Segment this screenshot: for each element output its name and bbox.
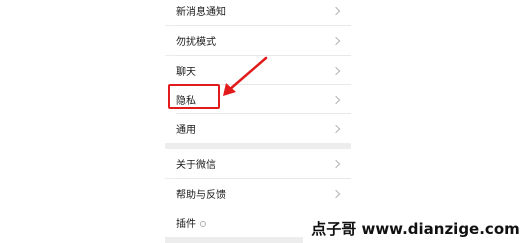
settings-screen: 新消息通知 勿扰模式 聊天 隐私 通用 关于微信 帮助与反馈 插件 xyxy=(165,0,351,243)
settings-item-label: 勿扰模式 xyxy=(176,37,216,48)
settings-item-label: 新消息通知 xyxy=(176,7,226,18)
settings-item-chat[interactable]: 聊天 xyxy=(165,56,351,85)
settings-item-general[interactable]: 通用 xyxy=(165,114,351,143)
plugins-label: 插件 xyxy=(176,219,196,230)
chevron-right-icon xyxy=(331,66,341,75)
chevron-right-icon xyxy=(331,6,341,15)
privacy-highlight-box xyxy=(168,84,220,109)
settings-item-label: 关于微信 xyxy=(176,160,216,171)
settings-item-about-wechat[interactable]: 关于微信 xyxy=(165,149,351,178)
chevron-right-icon xyxy=(331,124,341,133)
settings-item-label: 聊天 xyxy=(176,67,196,78)
plugin-indicator-icon xyxy=(200,221,206,227)
settings-item-help-feedback[interactable]: 帮助与反馈 xyxy=(165,179,351,208)
settings-item-label: 通用 xyxy=(176,125,196,136)
settings-item-label: 帮助与反馈 xyxy=(176,190,226,201)
chevron-right-icon xyxy=(331,36,341,45)
watermark: 点子哥 www.dianzige.com xyxy=(303,214,528,243)
settings-item-new-message-notification[interactable]: 新消息通知 xyxy=(165,0,351,25)
settings-item-do-not-disturb[interactable]: 勿扰模式 xyxy=(165,26,351,55)
chevron-right-icon xyxy=(331,95,341,104)
chevron-right-icon xyxy=(331,189,341,198)
chevron-right-icon xyxy=(331,159,341,168)
